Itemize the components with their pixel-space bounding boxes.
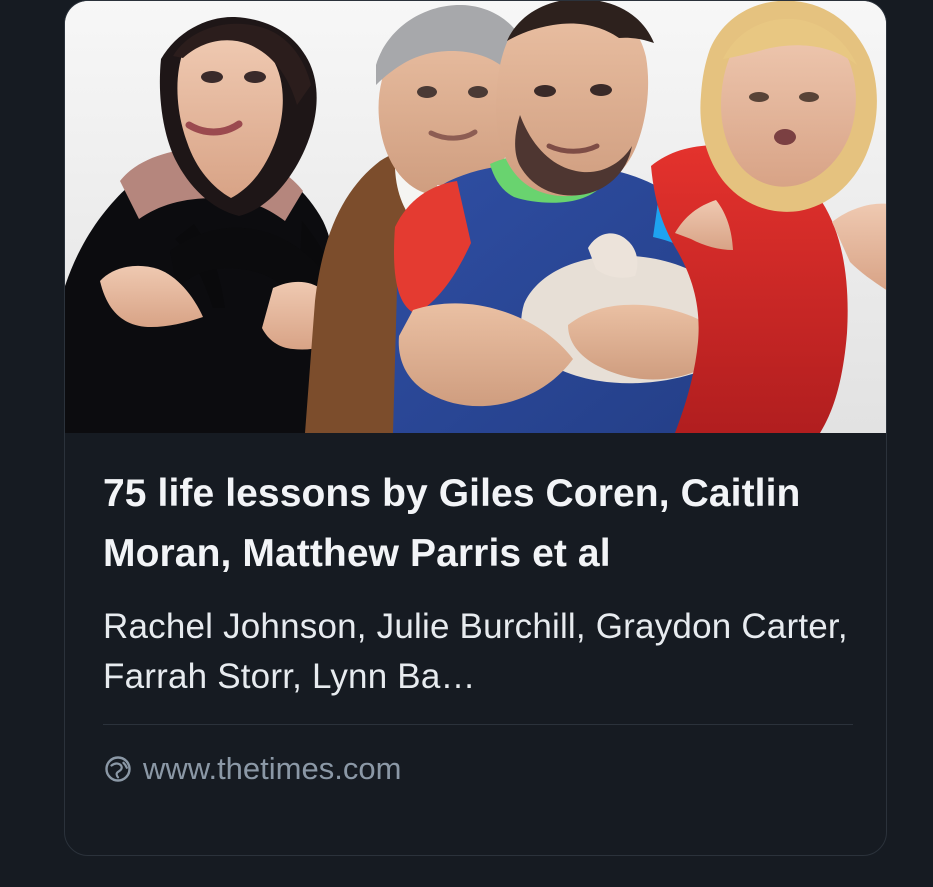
- globe-icon: [105, 756, 131, 782]
- link-preview-card[interactable]: 75 life lessons by Giles Coren, Caitlin …: [64, 0, 887, 856]
- divider: [103, 724, 853, 725]
- source-link[interactable]: www.thetimes.com: [103, 751, 855, 787]
- article-title[interactable]: 75 life lessons by Giles Coren, Caitlin …: [103, 464, 855, 584]
- article-description: Rachel Johnson, Julie Burchill, Graydon …: [103, 607, 848, 696]
- link-preview-content: 75 life lessons by Giles Coren, Caitlin …: [103, 464, 855, 787]
- article-image-art: [65, 1, 886, 433]
- article-image[interactable]: [65, 1, 886, 433]
- source-domain[interactable]: www.thetimes.com: [143, 751, 401, 787]
